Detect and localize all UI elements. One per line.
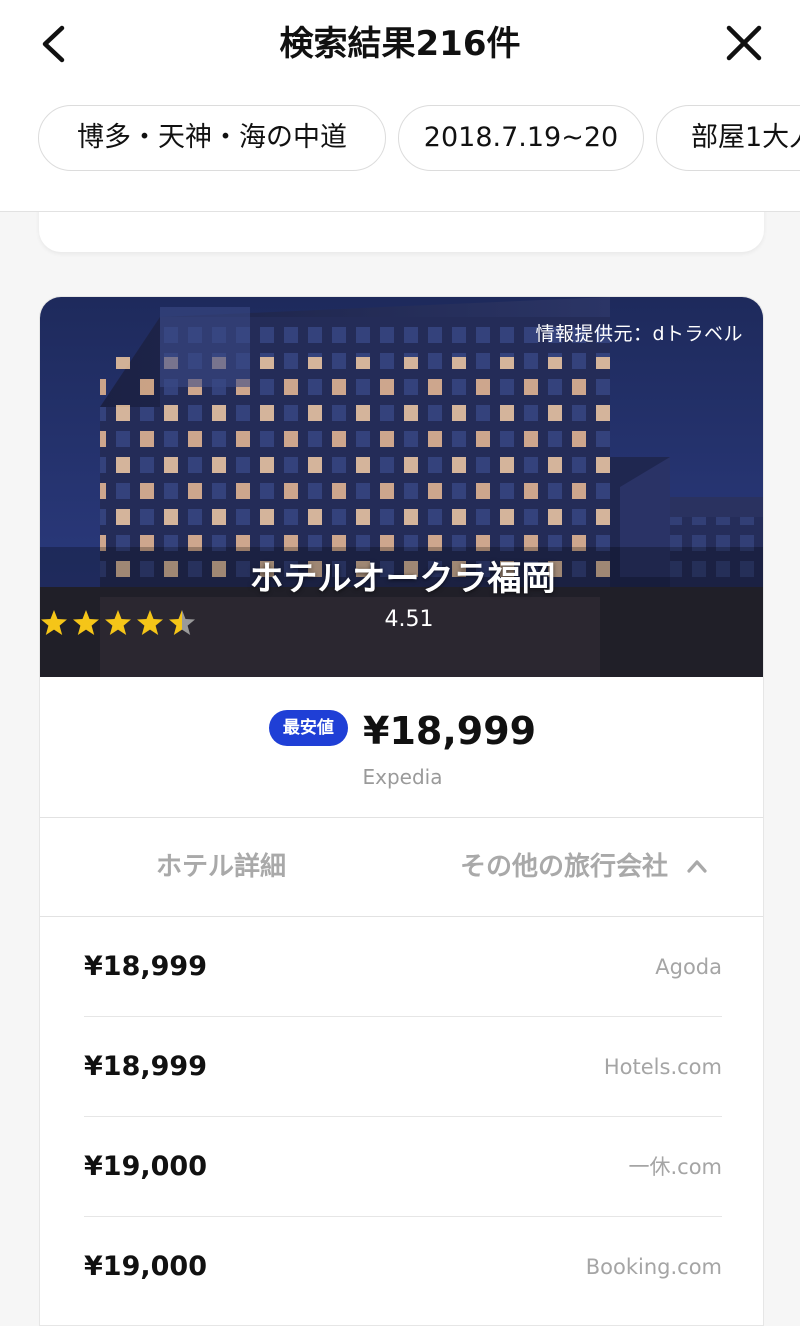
chevron-up-icon — [687, 859, 707, 873]
offer-vendor: Agoda — [655, 955, 722, 979]
photo-provider-credit: 情報提供元：dトラベル — [535, 323, 743, 345]
offer-vendor: Hotels.com — [603, 1055, 722, 1079]
filter-date-chip[interactable]: 2018.7.19~20 — [398, 105, 644, 171]
offer-vendor: Booking.com — [585, 1255, 722, 1279]
card-tabs: ホテル詳細 その他の旅行会社 — [40, 817, 763, 917]
hotel-name: ホテルオークラ福岡 — [249, 559, 556, 599]
lowest-price-block: 最安値 ¥18,999 Expedia — [40, 677, 763, 817]
filter-guests-chip[interactable]: 部屋1大人 — [656, 105, 800, 171]
close-button[interactable] — [720, 22, 768, 66]
offer-row[interactable]: ¥19,000 一休.com — [84, 1117, 722, 1217]
offer-price: ¥19,000 — [84, 1151, 207, 1182]
lowest-price[interactable]: ¥18,999 — [363, 709, 536, 753]
close-icon — [726, 25, 762, 61]
half-star-icon — [169, 610, 195, 635]
star-icon — [137, 610, 163, 635]
tab-other-agencies[interactable]: その他の旅行会社 — [402, 818, 763, 916]
offer-price: ¥19,000 — [84, 1251, 207, 1282]
hotel-photo[interactable]: 情報提供元：dトラベル ホテルオークラ福岡 4.51 — [40, 297, 763, 677]
rating-row: 4.51 — [40, 607, 763, 641]
lowest-price-vendor: Expedia — [362, 765, 443, 789]
offer-row[interactable]: ¥19,000 Booking.com — [84, 1217, 722, 1317]
offer-price: ¥18,999 — [84, 1051, 207, 1082]
offer-list: ¥18,999 Agoda ¥18,999 Hotels.com ¥19,000… — [84, 917, 722, 1317]
star-icon — [105, 610, 131, 635]
offer-row[interactable]: ¥18,999 Hotels.com — [84, 1017, 722, 1117]
filter-area-chip[interactable]: 博多・天神・海の中道 — [38, 105, 386, 171]
tab-other-agencies-label: その他の旅行会社 — [459, 852, 668, 882]
star-icon — [41, 610, 67, 635]
offer-row[interactable]: ¥18,999 Agoda — [84, 917, 722, 1017]
tab-hotel-details-label: ホテル詳細 — [155, 852, 286, 882]
page-title: 検索結果216件 — [279, 24, 521, 64]
offer-vendor: 一休.com — [628, 1155, 722, 1179]
hotel-card: 情報提供元：dトラベル ホテルオークラ福岡 4.51 最安値 ¥18,999 E… — [39, 296, 764, 1326]
top-bar: 検索結果216件 博多・天神・海の中道 2018.7.19~20 部屋1大人 — [0, 0, 800, 212]
rating-value: 4.51 — [384, 607, 434, 632]
lowest-price-badge: 最安値 — [268, 710, 348, 746]
filter-chips: 博多・天神・海の中道 2018.7.19~20 部屋1大人 — [38, 105, 800, 171]
star-icon — [73, 610, 99, 635]
offer-price: ¥18,999 — [84, 951, 207, 982]
tab-hotel-details[interactable]: ホテル詳細 — [40, 818, 402, 916]
